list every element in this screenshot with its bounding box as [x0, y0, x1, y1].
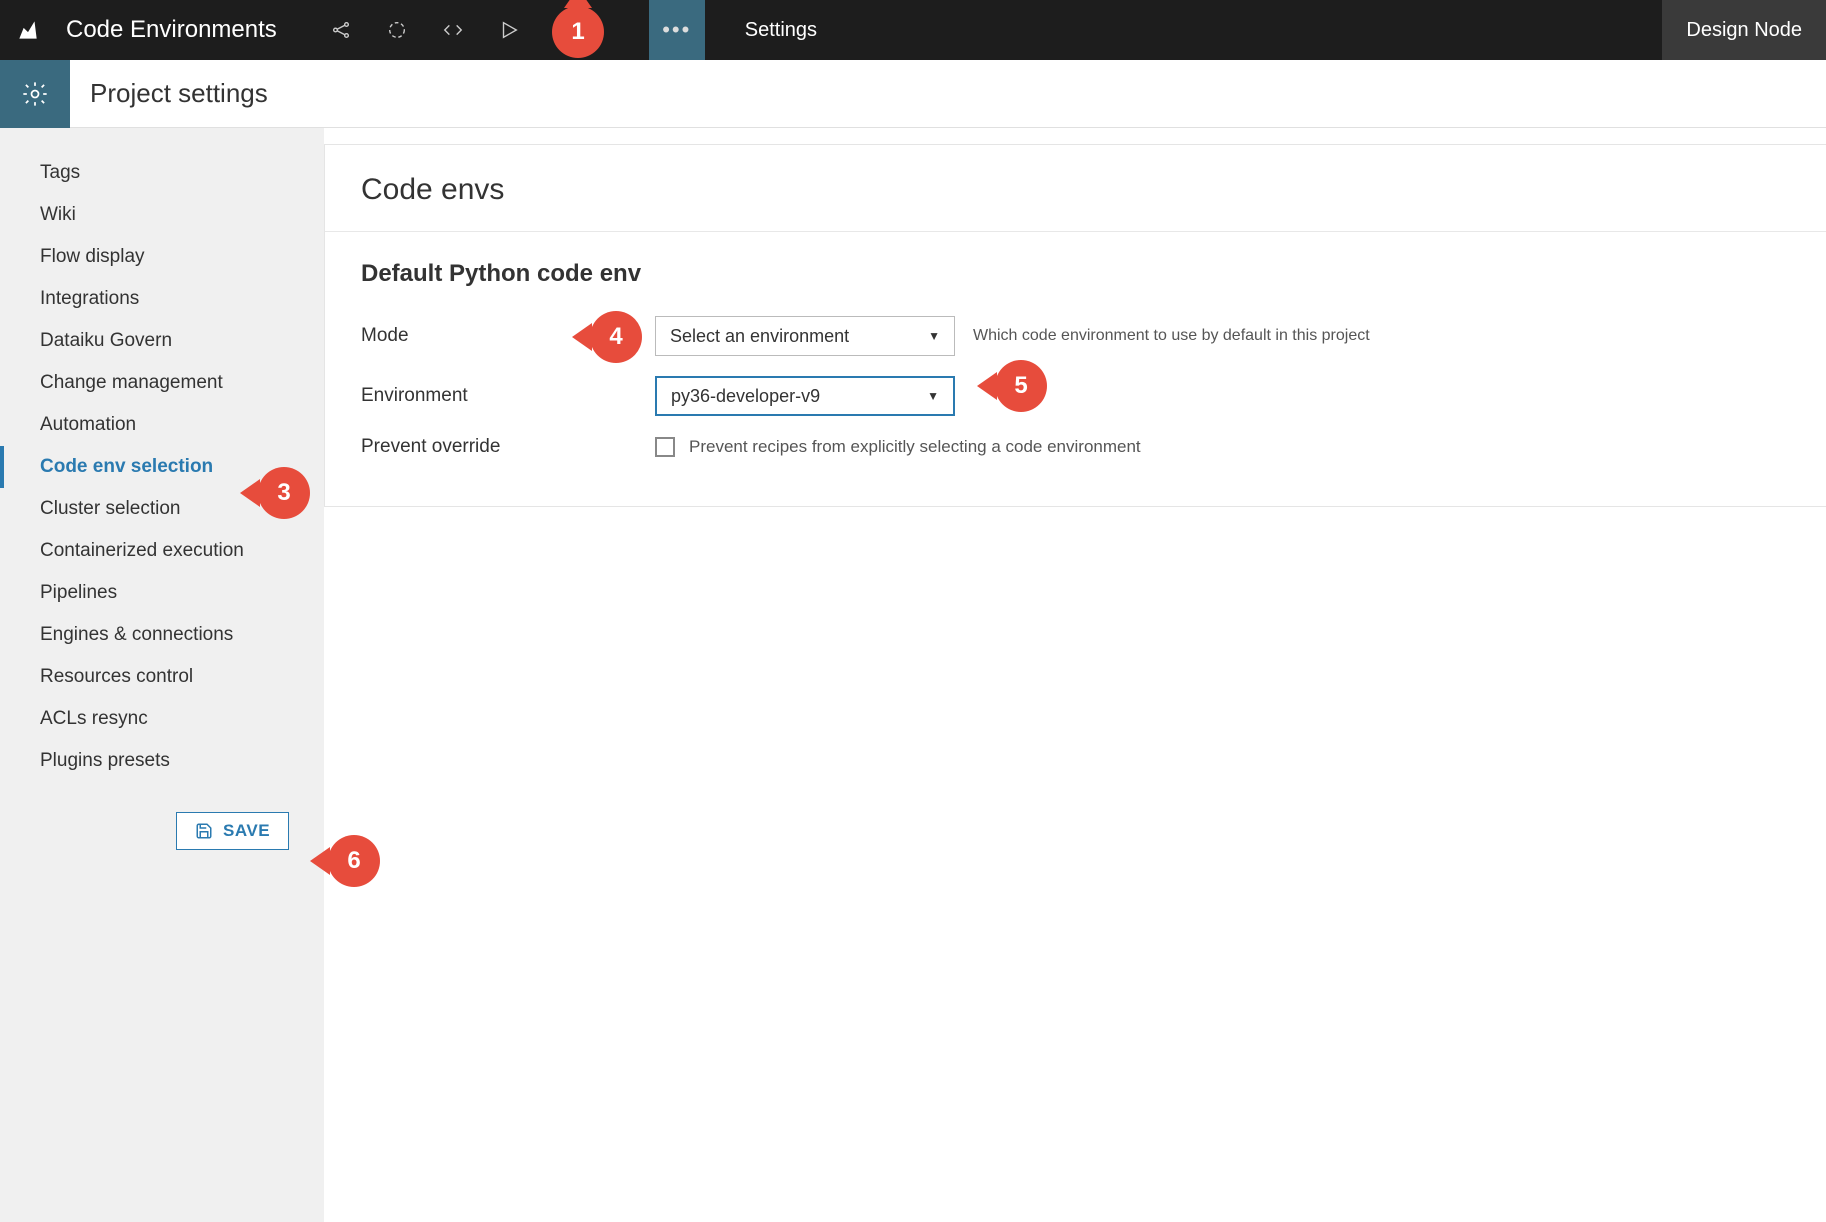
sidebar-item-resources-control[interactable]: Resources control	[0, 656, 324, 698]
section-title: Default Python code env	[361, 260, 1790, 288]
main: Tags Wiki Flow display Integrations Data…	[0, 128, 1826, 1222]
environment-select[interactable]: py36-developer-v9 ▼	[655, 376, 955, 416]
sidebar-item-dataiku-govern[interactable]: Dataiku Govern	[0, 320, 324, 362]
topbar-icons: •••	[313, 0, 705, 60]
project-title[interactable]: Code Environments	[56, 16, 297, 44]
topbar: Code Environments ••• Settings Design No…	[0, 0, 1826, 60]
environment-row: Environment py36-developer-v9 ▼	[361, 376, 1790, 416]
circle-dashed-icon[interactable]	[369, 0, 425, 60]
environment-select-value: py36-developer-v9	[671, 386, 820, 407]
sidebar-item-wiki[interactable]: Wiki	[0, 194, 324, 236]
prevent-override-label: Prevent override	[361, 436, 655, 458]
settings-tab[interactable]: Settings	[705, 19, 857, 42]
chevron-down-icon: ▼	[928, 329, 940, 343]
page-title: Project settings	[70, 78, 268, 109]
save-button[interactable]: SAVE	[176, 812, 289, 850]
code-icon[interactable]	[425, 0, 481, 60]
sidebar-item-pipelines[interactable]: Pipelines	[0, 572, 324, 614]
sidebar-item-tags[interactable]: Tags	[0, 152, 324, 194]
sidebar-item-containerized-execution[interactable]: Containerized execution	[0, 530, 324, 572]
mode-select[interactable]: Select an environment ▼	[655, 316, 955, 356]
prevent-override-checkbox[interactable]	[655, 437, 675, 457]
panel-title: Code envs	[325, 145, 1826, 232]
node-indicator[interactable]: Design Node	[1662, 0, 1826, 60]
content-panel: Code envs Default Python code env Mode S…	[324, 128, 1826, 1222]
sidebar-item-automation[interactable]: Automation	[0, 404, 324, 446]
sidebar-item-integrations[interactable]: Integrations	[0, 278, 324, 320]
prevent-override-checkbox-label: Prevent recipes from explicitly selectin…	[689, 437, 1141, 457]
annotation-callout-1: 1	[552, 6, 604, 58]
play-icon[interactable]	[481, 0, 537, 60]
sidebar-item-flow-display[interactable]: Flow display	[0, 236, 324, 278]
save-button-label: SAVE	[223, 821, 270, 841]
mode-help-text: Which code environment to use by default…	[973, 327, 1790, 345]
prevent-override-row: Prevent override Prevent recipes from ex…	[361, 436, 1790, 458]
environment-label: Environment	[361, 385, 655, 407]
sidebar-item-plugins-presets[interactable]: Plugins presets	[0, 740, 324, 782]
sidebar-item-change-management[interactable]: Change management	[0, 362, 324, 404]
sidebar-item-acls-resync[interactable]: ACLs resync	[0, 698, 324, 740]
more-menu-icon[interactable]: •••	[649, 0, 705, 60]
annotation-callout-6: 6	[328, 835, 380, 887]
sidebar-item-engines-connections[interactable]: Engines & connections	[0, 614, 324, 656]
settings-sidebar: Tags Wiki Flow display Integrations Data…	[0, 128, 324, 1222]
share-icon[interactable]	[313, 0, 369, 60]
page-header: Project settings	[0, 60, 1826, 128]
gear-icon	[0, 60, 70, 128]
mode-select-value: Select an environment	[670, 326, 849, 347]
annotation-callout-5: 5	[995, 360, 1047, 412]
annotation-callout-3: 3	[258, 467, 310, 519]
chevron-down-icon: ▼	[927, 389, 939, 403]
app-logo[interactable]	[0, 0, 56, 60]
annotation-callout-4: 4	[590, 311, 642, 363]
